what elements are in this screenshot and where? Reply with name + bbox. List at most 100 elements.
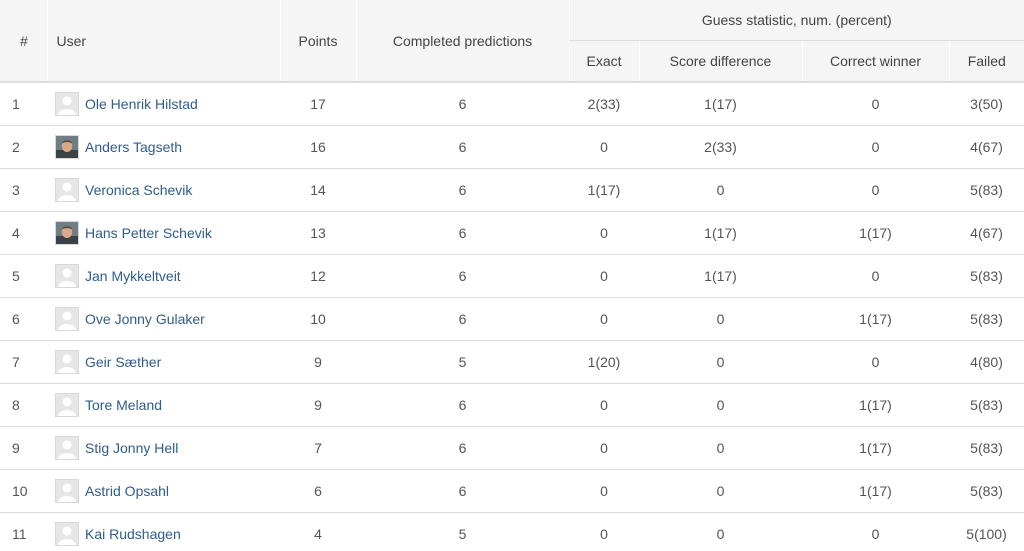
column-header-rank[interactable]: # [0,0,47,83]
user-cell: Geir Sæther [47,340,280,384]
points-cell: 12 [280,254,356,298]
user-name-link[interactable]: Ole Henrik Hilstad [85,96,198,112]
failed-cell: 4(80) [949,340,1024,384]
exact-cell: 0 [569,211,639,255]
default-user-avatar-icon [55,307,79,331]
failed-cell: 4(67) [949,125,1024,169]
column-header-exact[interactable]: Exact [568,40,639,83]
user-name-link[interactable]: Tore Meland [85,397,162,413]
default-user-avatar-icon [55,178,79,202]
user-name-link[interactable]: Jan Mykkeltveit [85,268,181,284]
failed-cell: 5(83) [949,383,1024,427]
user-name-link[interactable]: Ove Jonny Gulaker [85,311,205,327]
leaderboard-container: # User Points Completed predictions Gues… [0,0,1024,551]
table-row: 6 Ove Jonny Gulaker 10 6 0 0 1(17) 5(83) [0,297,1024,341]
completed-predictions-cell: 6 [356,125,569,169]
table-body: 1 Ole Henrik Hilstad 17 6 2(33) 1(17) 0 3(50) 2 A… [0,82,1024,551]
user-name-link[interactable]: Veronica Schevik [85,182,192,198]
score-difference-cell: 0 [639,168,802,212]
score-difference-cell: 0 [639,340,802,384]
score-difference-cell: 1(17) [639,82,802,126]
score-difference-cell: 0 [639,383,802,427]
points-cell: 6 [280,469,356,513]
user-cell: Tore Meland [47,383,280,427]
rank-cell: 10 [0,469,47,513]
rank-cell: 4 [0,211,47,255]
completed-predictions-cell: 5 [356,340,569,384]
failed-cell: 4(67) [949,211,1024,255]
rank-cell: 9 [0,426,47,470]
table-row: 3 Veronica Schevik 14 6 1(17) 0 0 5(83) [0,168,1024,212]
default-user-avatar-icon [55,264,79,288]
rank-cell: 3 [0,168,47,212]
score-difference-cell: 2(33) [639,125,802,169]
correct-winner-cell: 1(17) [802,297,949,341]
score-difference-cell: 0 [639,469,802,513]
correct-winner-cell: 1(17) [802,211,949,255]
score-difference-cell: 0 [639,426,802,470]
leaderboard-table: # User Points Completed predictions Gues… [0,0,1024,551]
user-cell: Jan Mykkeltveit [47,254,280,298]
user-name-link[interactable]: Stig Jonny Hell [85,440,178,456]
failed-cell: 5(83) [949,469,1024,513]
column-header-score-difference[interactable]: Score difference [638,40,802,83]
exact-cell: 0 [569,297,639,341]
correct-winner-cell: 1(17) [802,469,949,513]
correct-winner-cell: 0 [802,82,949,126]
points-cell: 9 [280,383,356,427]
correct-winner-cell: 0 [802,125,949,169]
table-row: 8 Tore Meland 9 6 0 0 1(17) 5(83) [0,383,1024,427]
exact-cell: 0 [569,469,639,513]
column-header-user[interactable]: User [46,0,280,83]
column-header-completed-predictions[interactable]: Completed predictions [355,0,569,83]
user-cell: Kai Rudshagen [47,513,280,551]
column-header-failed[interactable]: Failed [948,40,1024,83]
exact-cell: 0 [600,526,608,542]
points-cell: 17 [280,82,356,126]
exact-cell: 2(33) [569,82,639,126]
correct-winner-cell: 0 [871,526,880,542]
completed-predictions-cell: 6 [356,469,569,513]
completed-predictions-cell: 6 [356,211,569,255]
rank-cell: 11 [12,526,27,542]
correct-winner-cell: 0 [802,168,949,212]
default-user-avatar-icon [55,92,79,116]
exact-cell: 1(17) [569,168,639,212]
user-cell: Anders Tagseth [47,125,280,169]
user-cell: Veronica Schevik [47,168,280,212]
correct-winner-cell: 0 [802,254,949,298]
points-cell: 16 [280,125,356,169]
default-user-avatar-icon [55,479,79,503]
exact-cell: 0 [569,125,639,169]
table-row: 5 Jan Mykkeltveit 12 6 0 1(17) 0 5(83) [0,254,1024,298]
points-cell: 4 [314,526,322,542]
rank-cell: 2 [0,125,47,169]
exact-cell: 0 [569,254,639,298]
points-cell: 7 [280,426,356,470]
user-cell: Astrid Opsahl [47,469,280,513]
user-photo-avatar [55,221,79,245]
completed-predictions-cell: 6 [356,168,569,212]
user-name-link[interactable]: Hans Petter Schevik [85,225,212,241]
rank-cell: 7 [0,340,47,384]
user-name-link[interactable]: Astrid Opsahl [85,483,169,499]
exact-cell: 1(20) [569,340,639,384]
column-header-correct-winner[interactable]: Correct winner [801,40,949,83]
failed-cell: 5(100) [966,526,1007,542]
completed-predictions-cell: 6 [356,383,569,427]
completed-predictions-cell: 6 [356,297,569,341]
column-header-points[interactable]: Points [279,0,356,83]
table-row: 4 Hans Petter Schevik 13 6 0 1(17) 1(17) 4(67) [0,211,1024,255]
table-row: 9 Stig Jonny Hell 7 6 0 0 1(17) 5(83) [0,426,1024,470]
user-name-link[interactable]: Geir Sæther [85,354,161,370]
table-row: 7 Geir Sæther 9 5 1(20) 0 0 4(80) [0,340,1024,384]
points-cell: 14 [280,168,356,212]
failed-cell: 5(83) [949,168,1024,212]
user-cell: Hans Petter Schevik [47,211,280,255]
score-difference-cell: 0 [639,297,802,341]
failed-cell: 5(83) [949,254,1024,298]
rank-cell: 8 [0,383,47,427]
user-name-link[interactable]: Kai Rudshagen [85,526,181,542]
user-name-link[interactable]: Anders Tagseth [85,139,182,155]
correct-winner-cell: 0 [802,340,949,384]
